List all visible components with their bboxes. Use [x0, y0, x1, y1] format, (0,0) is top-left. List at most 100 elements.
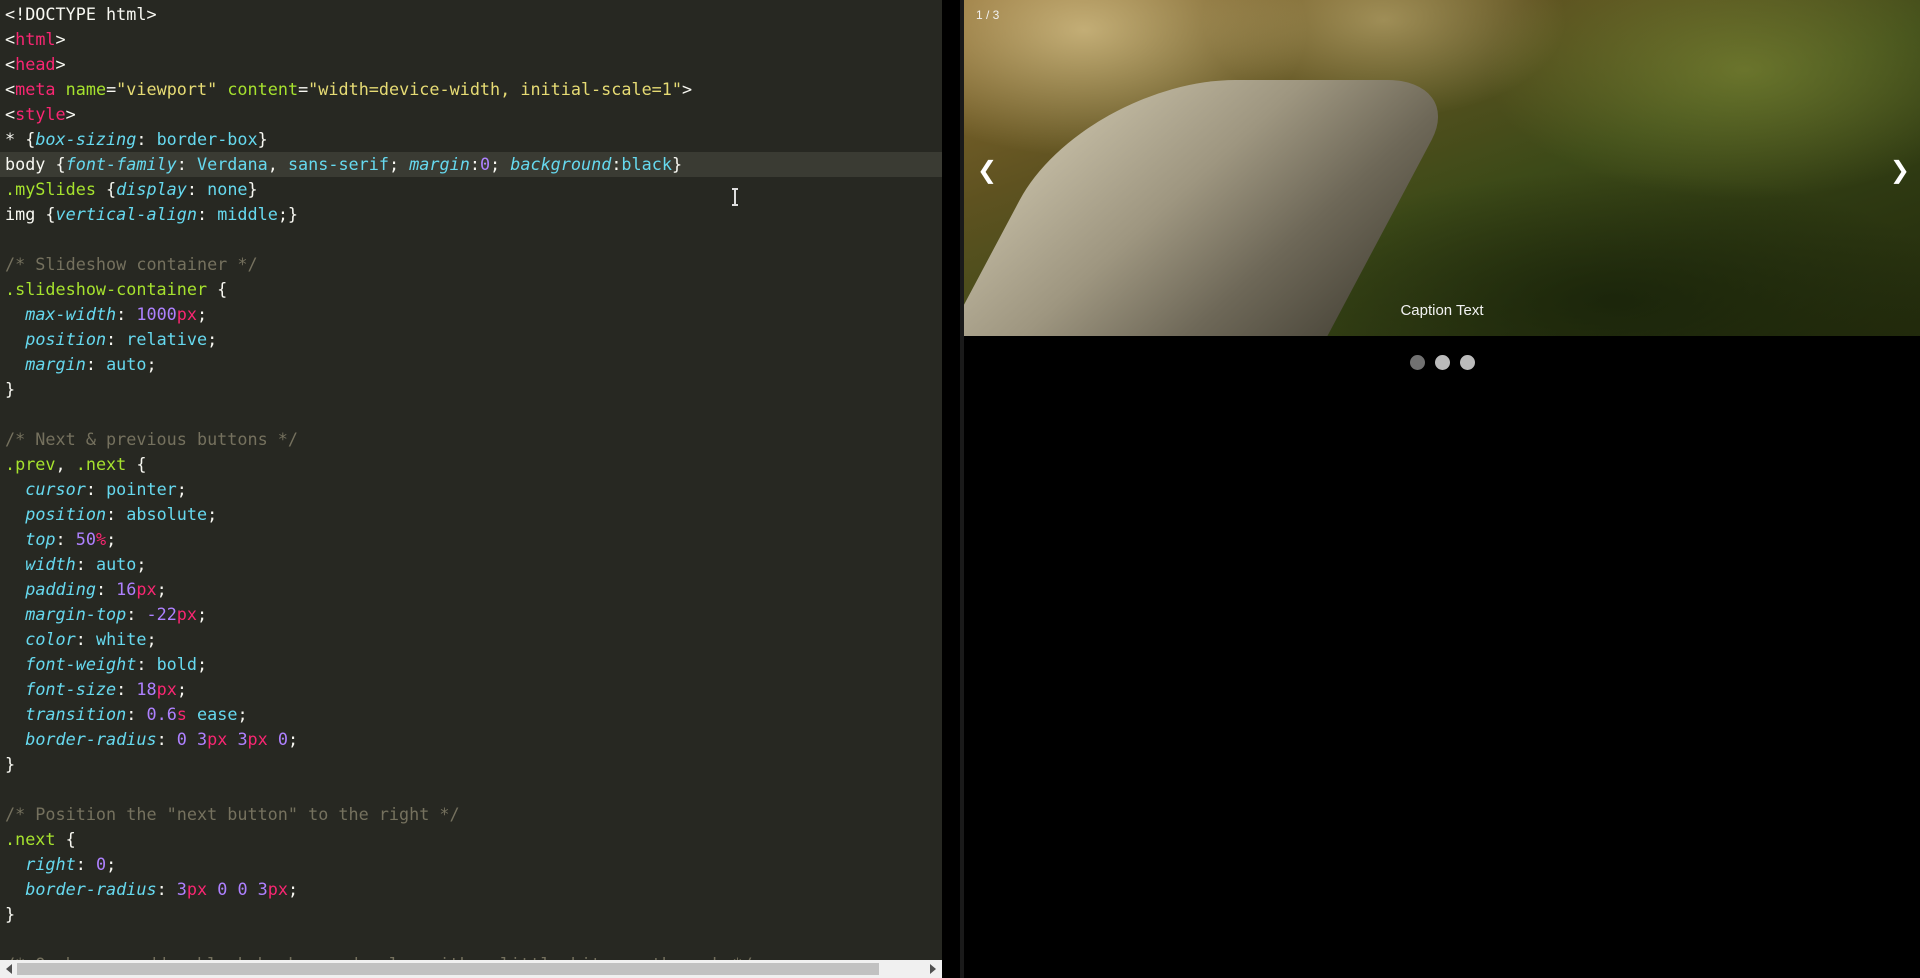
- horizontal-scroll-thumb[interactable]: [17, 963, 879, 975]
- code-token: ;}: [277, 204, 299, 224]
- code-line[interactable]: font-weight: bold;: [5, 652, 207, 677]
- prev-button[interactable]: ❮: [977, 158, 997, 182]
- code-token: .prev: [5, 454, 56, 474]
- code-editor[interactable]: <!DOCTYPE html> <html> <head> <meta name="v…: [0, 0, 942, 978]
- code-token: >: [55, 54, 66, 74]
- code-line[interactable]: img {vertical-align: middle;}: [5, 202, 298, 227]
- code-token: }: [671, 154, 683, 174]
- code-line[interactable]: /* Slideshow container */: [5, 252, 258, 277]
- code-line[interactable]: .prev, .next {: [5, 452, 147, 477]
- code-line[interactable]: right: 0;: [5, 852, 116, 877]
- code-line[interactable]: <meta name="viewport" content="width=dev…: [5, 77, 692, 102]
- code-token: :: [75, 554, 96, 574]
- code-token: 0: [277, 729, 288, 749]
- code-line[interactable]: .next {: [5, 827, 76, 852]
- code-token: 3: [197, 729, 208, 749]
- code-line[interactable]: }: [5, 377, 15, 402]
- code-area[interactable]: <!DOCTYPE html> <html> <head> <meta name="v…: [0, 0, 942, 960]
- code-token: top: [25, 529, 56, 549]
- code-token: px: [136, 579, 157, 599]
- code-token: box-sizing: [35, 129, 137, 149]
- code-line[interactable]: * {box-sizing: border-box}: [5, 127, 268, 152]
- scroll-left-arrow-icon[interactable]: [6, 964, 12, 974]
- code-token: vertical-align: [55, 204, 197, 224]
- scroll-right-arrow-icon[interactable]: [930, 964, 936, 974]
- code-line[interactable]: }: [5, 752, 15, 777]
- code-line[interactable]: /* Next & previous buttons */: [5, 427, 298, 452]
- code-token: >: [65, 104, 76, 124]
- code-line[interactable]: transition: 0.6s ease;: [5, 702, 247, 727]
- code-line[interactable]: padding: 16px;: [5, 577, 167, 602]
- code-token: 0: [95, 854, 107, 874]
- slide-dot-2[interactable]: [1434, 355, 1450, 370]
- code-token: /* Slideshow container */: [5, 254, 258, 274]
- slide-counter: 1 / 3: [976, 8, 1000, 22]
- code-line[interactable]: position: absolute;: [5, 502, 217, 527]
- code-token: "viewport": [116, 79, 218, 99]
- code-token: 3: [237, 729, 248, 749]
- code-token: <!DOCTYPE html>: [5, 4, 157, 24]
- code-line[interactable]: margin: auto;: [5, 352, 156, 377]
- code-token: font-size: [25, 679, 117, 699]
- code-line[interactable]: border-radius: 3px 0 0 3px;: [5, 877, 298, 902]
- code-token: :: [55, 529, 76, 549]
- code-token: }: [5, 904, 16, 924]
- code-token: :: [116, 679, 137, 699]
- code-token: px: [207, 729, 228, 749]
- slide-dot-3[interactable]: [1459, 355, 1475, 370]
- code-line[interactable]: .slideshow-container {: [5, 277, 227, 302]
- code-token: "width=device-width, initial-scale=1": [308, 79, 682, 99]
- code-token: 16: [116, 579, 137, 599]
- code-line[interactable]: <head>: [5, 52, 66, 77]
- code-token: name: [65, 79, 107, 99]
- code-token: display: [116, 179, 187, 199]
- code-token: .next: [75, 454, 127, 474]
- code-token: body {: [5, 154, 66, 174]
- code-line[interactable]: /* On hover, add a black background colo…: [5, 952, 753, 960]
- code-line[interactable]: }: [5, 902, 15, 927]
- code-line[interactable]: color: white;: [5, 627, 156, 652]
- code-line[interactable]: margin-top: -22px;: [5, 602, 207, 627]
- code-line[interactable]: body {font-family: Verdana, sans-serif; …: [0, 152, 942, 177]
- code-token: ;: [197, 604, 208, 624]
- code-token: border-radius: [25, 729, 157, 749]
- next-button[interactable]: ❯: [1890, 158, 1910, 182]
- code-line[interactable]: /* Position the "next button" to the rig…: [5, 802, 460, 827]
- code-line[interactable]: <!DOCTYPE html>: [5, 2, 157, 27]
- code-token: position: [25, 329, 107, 349]
- code-token: {: [126, 454, 147, 474]
- code-line[interactable]: <style>: [5, 102, 76, 127]
- slide-caption: Caption Text: [1400, 302, 1484, 319]
- code-line[interactable]: border-radius: 0 3px 3px 0;: [5, 727, 298, 752]
- code-token: ;: [176, 479, 187, 499]
- code-line[interactable]: max-width: 1000px;: [5, 302, 207, 327]
- code-token: >: [682, 79, 693, 99]
- code-line[interactable]: position: relative;: [5, 327, 217, 352]
- code-token: head: [15, 54, 56, 74]
- code-token: black: [621, 154, 672, 174]
- code-token: :: [176, 154, 197, 174]
- horizontal-scrollbar[interactable]: [0, 960, 942, 978]
- code-line[interactable]: width: auto;: [5, 552, 146, 577]
- code-line[interactable]: cursor: pointer;: [5, 477, 187, 502]
- code-line[interactable]: top: 50%;: [5, 527, 116, 552]
- code-token: 0: [479, 154, 491, 174]
- code-token: pointer: [106, 479, 177, 499]
- code-line[interactable]: <html>: [5, 27, 66, 52]
- code-line[interactable]: .mySlides {display: none}: [5, 177, 258, 202]
- code-token: padding: [25, 579, 96, 599]
- code-token: >: [55, 29, 66, 49]
- code-token: {: [207, 279, 228, 299]
- code-line[interactable]: font-size: 18px;: [5, 677, 187, 702]
- code-token: content: [227, 79, 299, 99]
- slide-dot-1[interactable]: [1409, 355, 1425, 370]
- code-token: s: [176, 704, 187, 724]
